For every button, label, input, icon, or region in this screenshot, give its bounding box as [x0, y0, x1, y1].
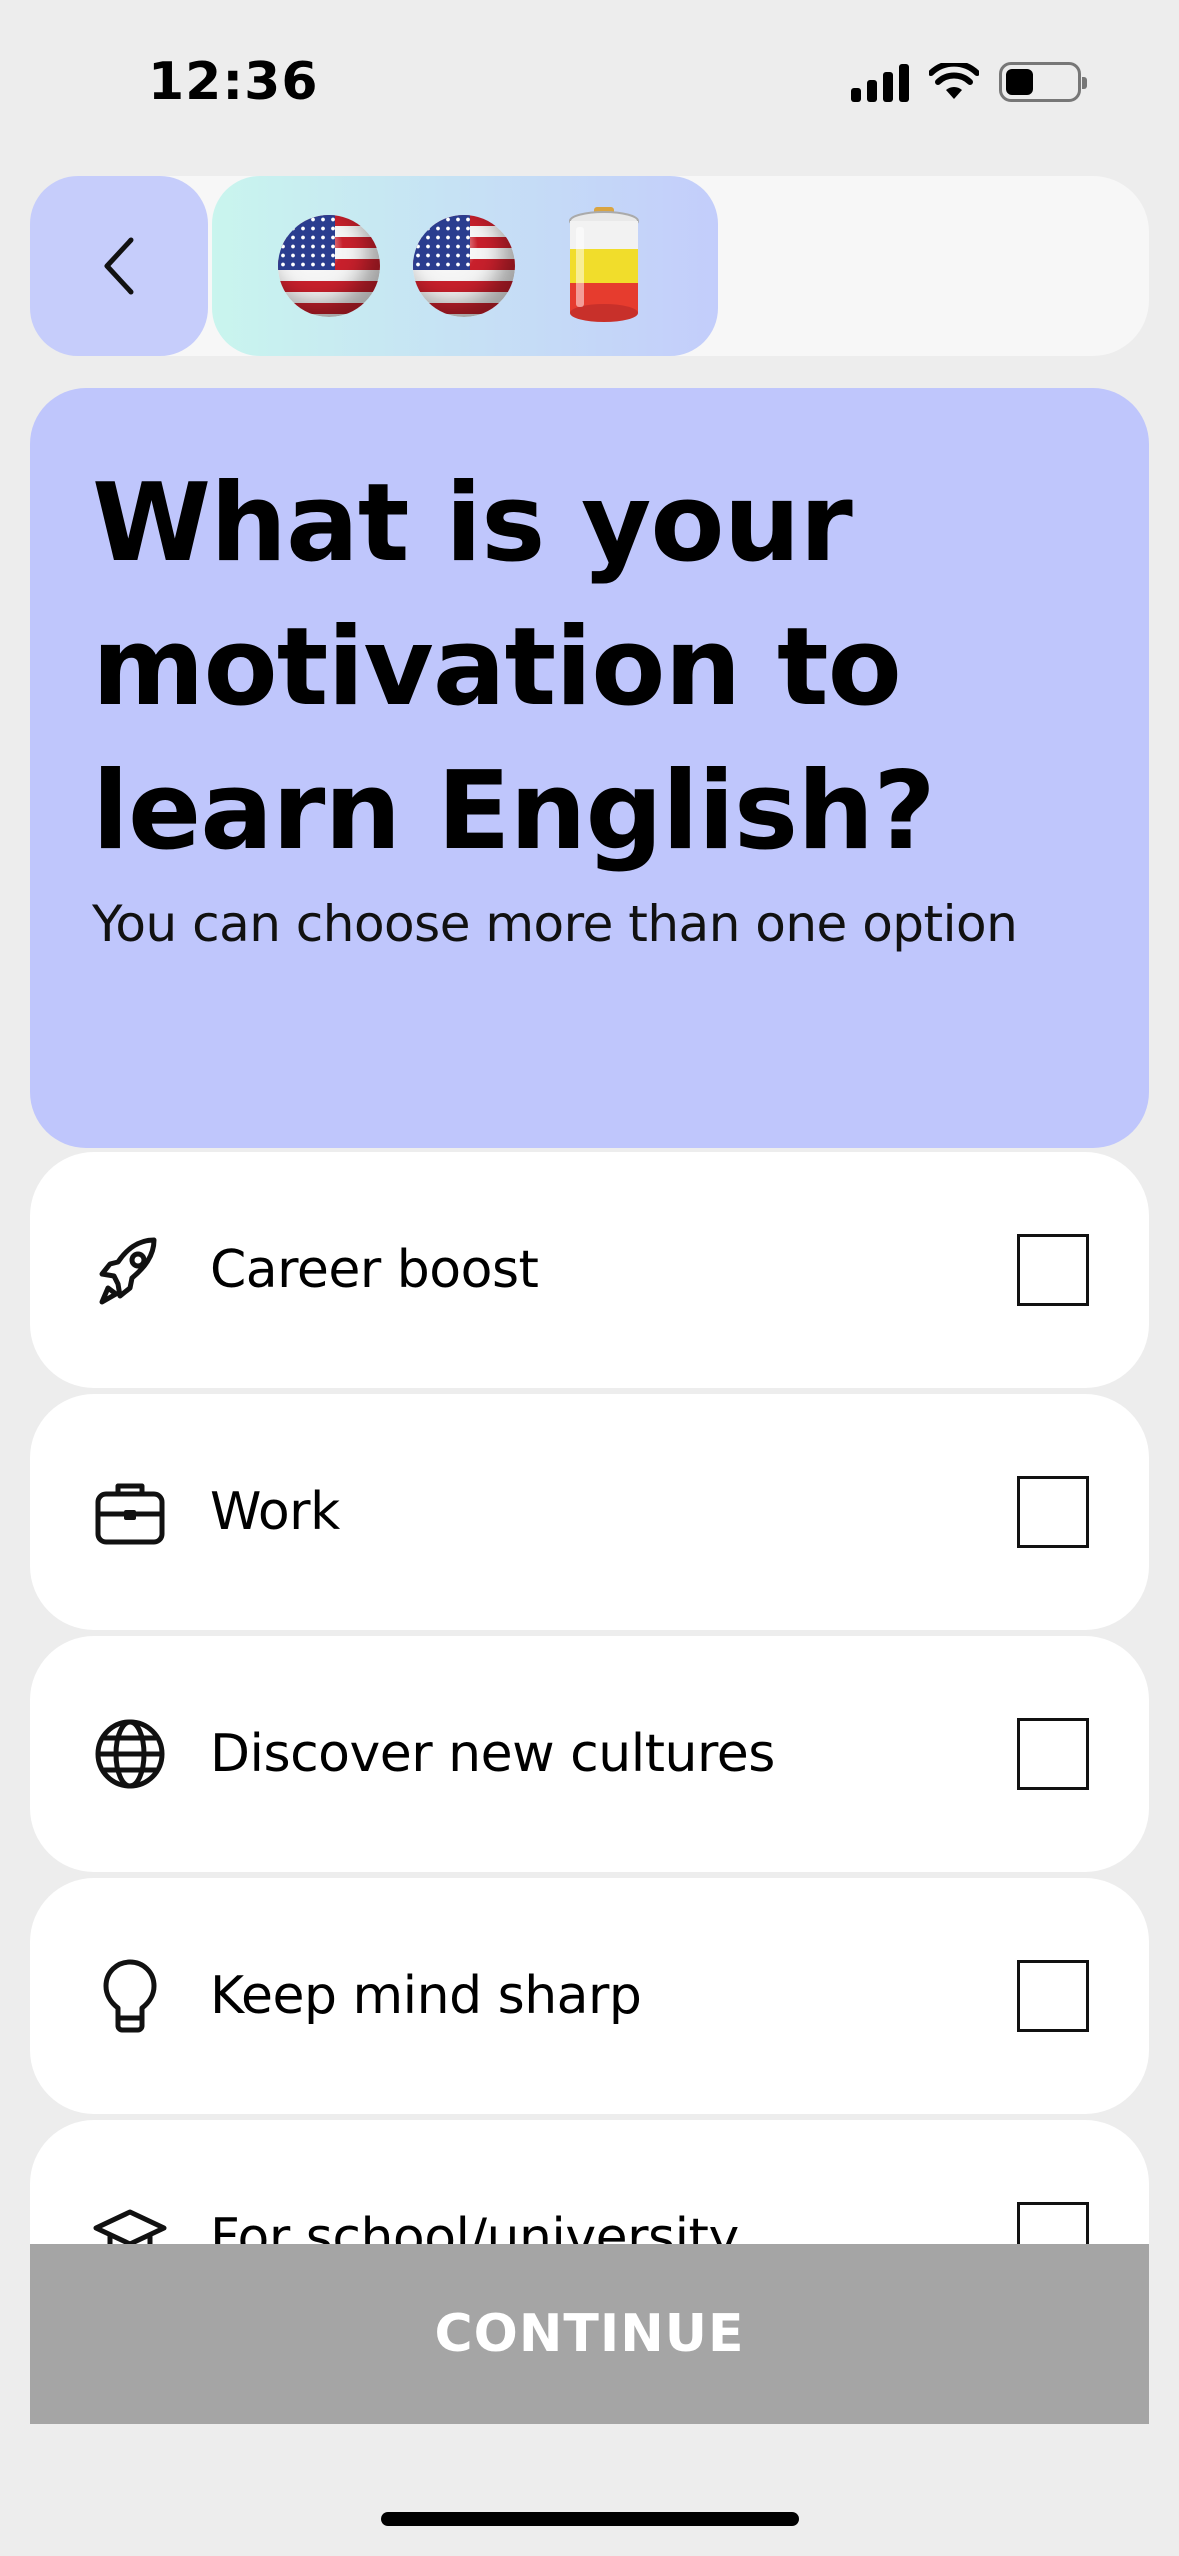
option-label: Keep mind sharp: [210, 1966, 642, 2026]
option-school-university[interactable]: For school/university: [30, 2120, 1149, 2244]
option-label: Work: [210, 1482, 340, 1542]
option-label: Discover new cultures: [210, 1724, 775, 1784]
rocket-icon: [99, 1237, 157, 1305]
lightbulb-icon: [103, 1959, 157, 2033]
checkbox[interactable]: [1017, 1234, 1089, 1306]
briefcase-icon: [95, 1483, 165, 1545]
options-list: Career boost Work Discover new cultures …: [0, 0, 1179, 2244]
checkbox[interactable]: [1017, 1718, 1089, 1790]
home-indicator[interactable]: [381, 2512, 799, 2526]
option-label: Career boost: [210, 1240, 539, 1300]
continue-button[interactable]: CONTINUE: [30, 2244, 1149, 2424]
option-career-boost[interactable]: Career boost: [30, 1152, 1149, 1388]
checkbox[interactable]: [1017, 1960, 1089, 2032]
globe-icon: [95, 1719, 165, 1789]
option-discover-cultures[interactable]: Discover new cultures: [30, 1636, 1149, 1872]
continue-label: CONTINUE: [434, 2304, 745, 2364]
checkbox[interactable]: [1017, 2202, 1089, 2244]
option-keep-mind-sharp[interactable]: Keep mind sharp: [30, 1878, 1149, 2114]
graduation-cap-icon: [93, 2209, 167, 2244]
option-label: For school/university: [210, 2208, 739, 2244]
option-work[interactable]: Work: [30, 1394, 1149, 1630]
checkbox[interactable]: [1017, 1476, 1089, 1548]
